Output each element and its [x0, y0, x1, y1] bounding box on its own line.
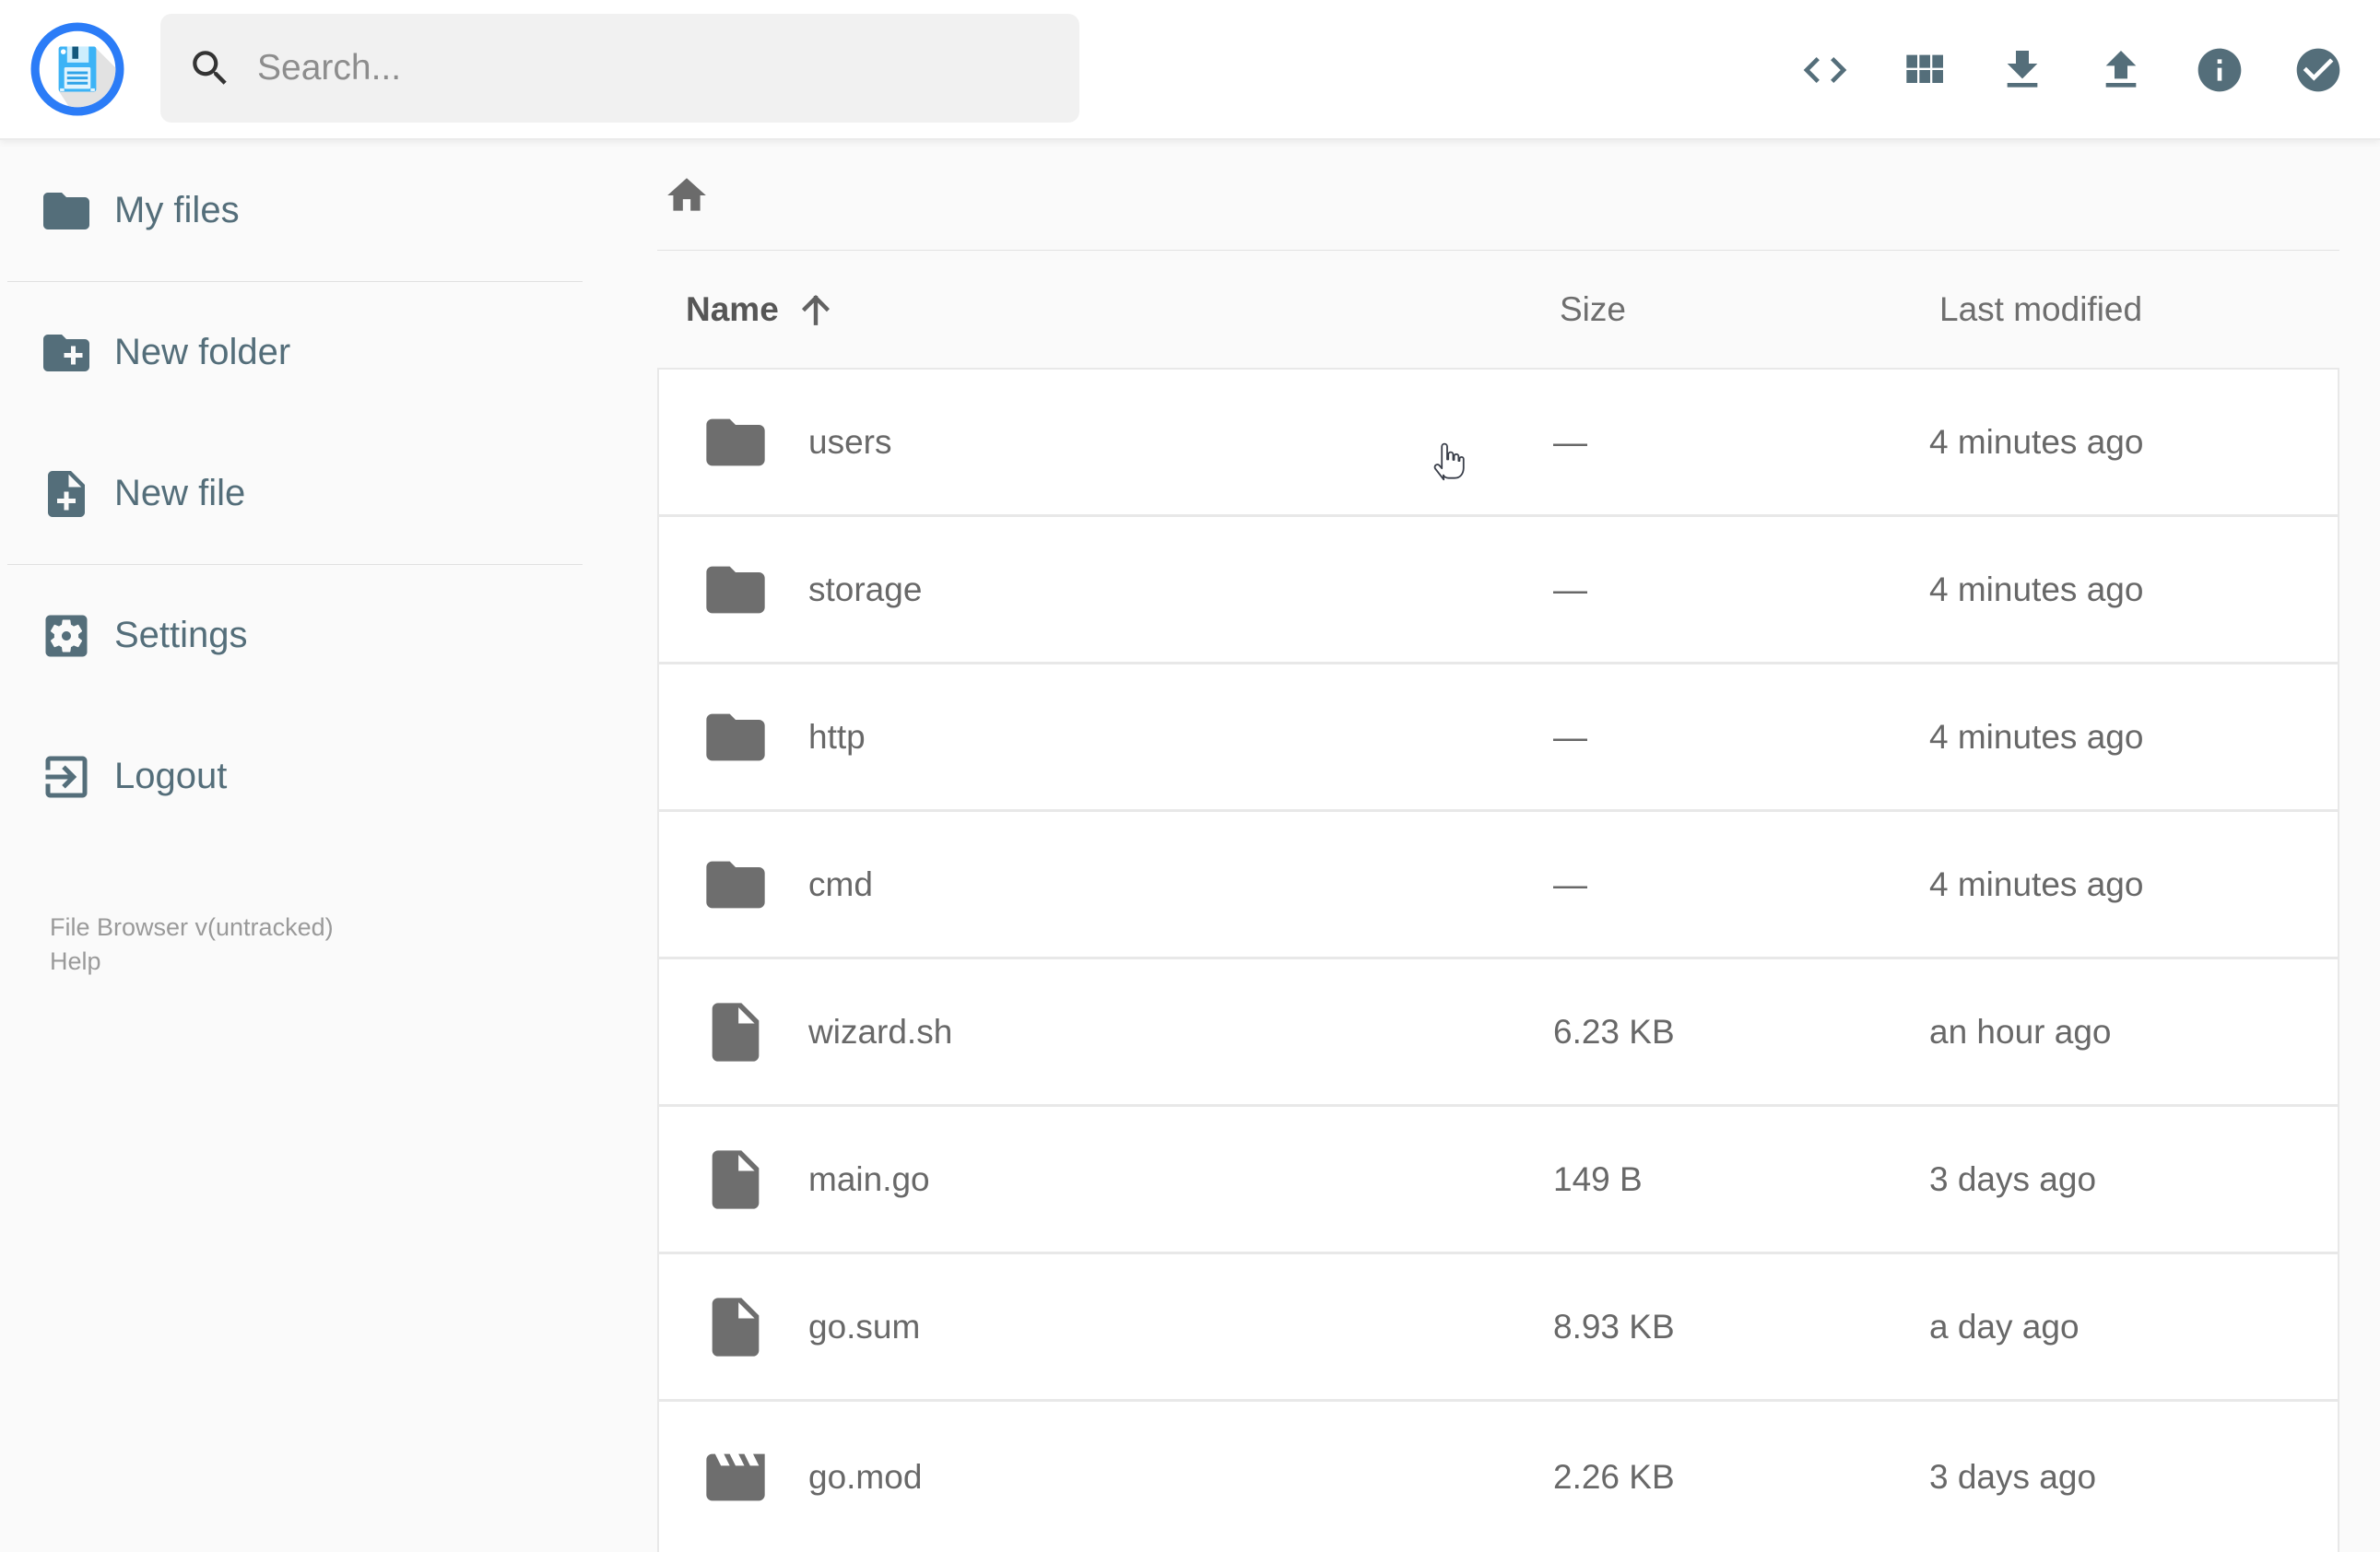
file-row-cmd[interactable]: cmd — 4 minutes ago — [659, 812, 2338, 959]
folder-icon — [701, 407, 771, 477]
sidebar-item-new-folder[interactable]: New folder — [0, 282, 583, 423]
file-size: 2.26 KB — [1553, 1457, 1675, 1496]
file-name: users — [808, 422, 892, 461]
file-row-users[interactable]: users — 4 minutes ago — [659, 370, 2338, 517]
column-header-name-label: Name — [686, 289, 779, 328]
sidebar-item-label: Logout — [114, 756, 228, 796]
check-circle-icon — [2292, 44, 2344, 96]
search-bar[interactable] — [160, 14, 1079, 123]
floppy-disk-logo[interactable] — [30, 22, 124, 116]
listing-items: users — 4 minutes ago storage — 4 minutes ago… — [657, 368, 2339, 1552]
select-multiple-button[interactable] — [2292, 44, 2344, 96]
file-size: 6.23 KB — [1553, 1012, 1675, 1051]
info-icon — [2194, 44, 2245, 96]
file-name: storage — [808, 570, 923, 608]
file-name: http — [808, 717, 866, 756]
file-row-storage[interactable]: storage — 4 minutes ago — [659, 517, 2338, 664]
home-button[interactable] — [664, 172, 710, 218]
file-size: — — [1553, 717, 1587, 756]
sidebar-item-my-files[interactable]: My files — [0, 140, 583, 281]
file-row-http[interactable]: http — 4 minutes ago — [659, 664, 2338, 812]
folder-icon — [701, 702, 771, 772]
file-modified: an hour ago — [1929, 1012, 2112, 1051]
file-icon — [701, 997, 771, 1067]
column-header-modified[interactable]: Last modified — [1939, 290, 2142, 329]
download-button[interactable] — [1997, 44, 2048, 96]
sidebar-item-label: New folder — [114, 332, 291, 372]
file-icon — [701, 1292, 771, 1362]
file-name: main.go — [808, 1159, 930, 1198]
file-size: — — [1553, 864, 1587, 903]
file-listing: Name Size Last modified users — 4 minutes … — [657, 140, 2339, 1552]
file-size: 8.93 KB — [1553, 1307, 1675, 1346]
file-size: — — [1553, 422, 1587, 461]
column-header-size[interactable]: Size — [1560, 290, 1626, 329]
file-modified: 3 days ago — [1929, 1457, 2097, 1496]
listing-header: Name Size Last modified — [657, 251, 2339, 368]
sidebar-item-settings[interactable]: Settings — [0, 565, 583, 706]
folder-icon — [39, 183, 94, 239]
sidebar-item-logout[interactable]: Logout — [0, 706, 583, 847]
folder-icon — [701, 850, 771, 920]
upload-icon — [2095, 44, 2147, 96]
new-file-icon — [39, 466, 94, 522]
upload-button[interactable] — [2095, 44, 2147, 96]
movie-icon — [701, 1442, 771, 1512]
file-modified: 4 minutes ago — [1929, 570, 2144, 608]
search-input[interactable] — [255, 47, 1052, 89]
file-name: go.sum — [808, 1307, 921, 1346]
code-icon — [1799, 44, 1851, 96]
sidebar: My files New folder New file Settings Logout… — [0, 140, 583, 1530]
logout-icon — [39, 749, 94, 805]
file-modified: 4 minutes ago — [1929, 717, 2144, 756]
sidebar-items: My files New folder New file Settings Logout — [0, 140, 583, 847]
new-folder-icon — [39, 325, 94, 381]
download-icon — [1997, 44, 2048, 96]
file-modified: 4 minutes ago — [1929, 422, 2144, 461]
file-icon — [701, 1145, 771, 1215]
home-icon — [664, 172, 710, 218]
file-size: — — [1553, 570, 1587, 608]
sidebar-item-label: My files — [114, 190, 240, 230]
file-modified: 4 minutes ago — [1929, 864, 2144, 903]
sort-ascending-arrow-up-icon — [795, 289, 836, 330]
grid-icon — [1898, 44, 1950, 96]
file-size: 149 B — [1553, 1159, 1643, 1198]
sidebar-item-label: Settings — [114, 615, 248, 655]
file-info-button[interactable] — [2194, 44, 2245, 96]
app-version-label: File Browser v(untracked) — [50, 913, 334, 941]
file-row-wizard.sh[interactable]: wizard.sh 6.23 KB an hour ago — [659, 959, 2338, 1107]
folder-icon — [701, 555, 771, 625]
file-name: wizard.sh — [808, 1012, 953, 1051]
file-modified: 3 days ago — [1929, 1159, 2097, 1198]
file-name: go.mod — [808, 1457, 923, 1496]
shell-button[interactable] — [1799, 44, 1851, 96]
file-row-go.sum[interactable]: go.sum 8.93 KB a day ago — [659, 1254, 2338, 1402]
file-modified: a day ago — [1929, 1307, 2080, 1346]
switch-view-button[interactable] — [1898, 44, 1950, 96]
breadcrumb — [657, 140, 2339, 251]
settings-icon — [39, 608, 94, 664]
file-row-main.go[interactable]: main.go 149 B 3 days ago — [659, 1107, 2338, 1254]
top-bar — [0, 0, 2380, 140]
sidebar-item-new-file[interactable]: New file — [0, 423, 583, 564]
sidebar-footer: File Browser v(untracked) Help — [50, 911, 334, 979]
help-link[interactable]: Help — [50, 945, 334, 979]
sidebar-item-label: New file — [114, 473, 246, 513]
column-header-name[interactable]: Name — [686, 289, 836, 330]
file-name: cmd — [808, 864, 873, 903]
search-icon — [187, 45, 233, 91]
header-actions — [1752, 0, 2344, 140]
